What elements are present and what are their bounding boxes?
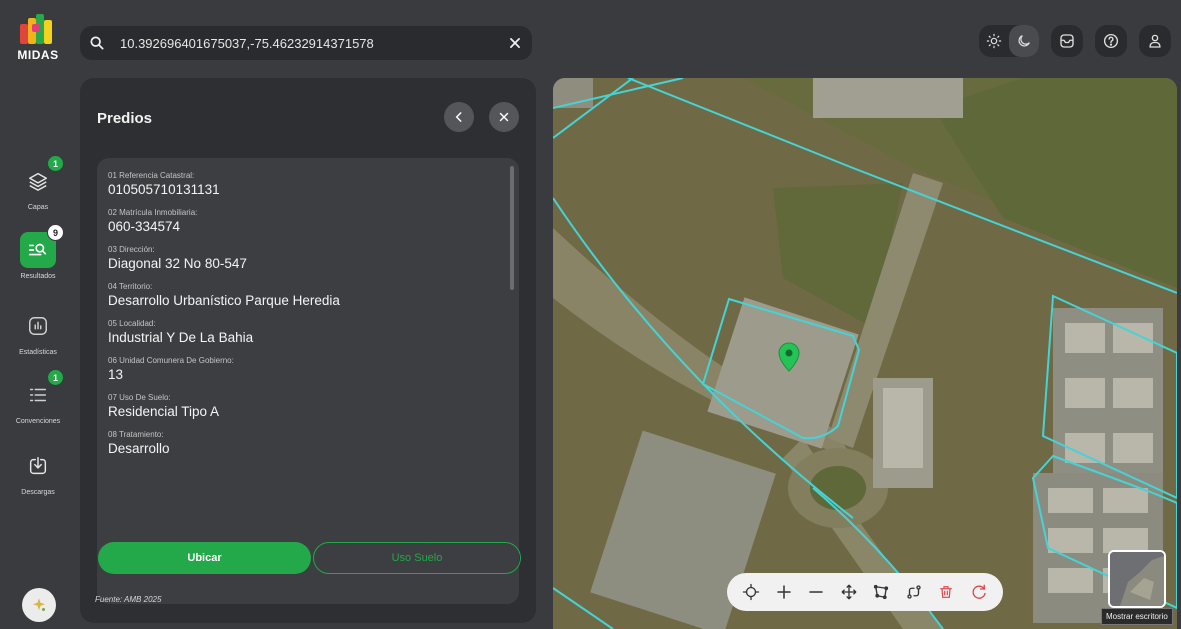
uso-suelo-button[interactable]: Uso Suelo [313, 542, 521, 574]
reset-icon[interactable] [966, 579, 992, 605]
midas-logo-mark [18, 14, 58, 46]
field-value: 13 [108, 367, 124, 382]
predios-panel: Predios 01 Referencia Catastral: 0105057… [80, 78, 536, 623]
predio-fields: 01 Referencia Catastral: 010505710131131… [108, 170, 498, 602]
capas-badge: 1 [47, 155, 64, 172]
field-value: Industrial Y De La Bahia [108, 330, 254, 345]
resultados-badge: 9 [47, 224, 64, 241]
field-label: 05 Localidad: [108, 319, 156, 328]
field-territorio: 04 Territorio: Desarrollo Urbanístico Pa… [108, 281, 498, 309]
chevron-left-icon [455, 112, 462, 122]
trash-icon[interactable] [933, 579, 959, 605]
source-note: Fuente: AMB 2025 [95, 595, 162, 604]
basemap-switcher[interactable] [1108, 550, 1166, 608]
download-icon [20, 448, 56, 484]
field-label: 07 Uso De Suelo: [108, 393, 171, 402]
field-referencia-catastral: 01 Referencia Catastral: 010505710131131 [108, 170, 498, 198]
field-value: Desarrollo Urbanístico Parque Heredia [108, 293, 340, 308]
list-icon: 1 [20, 369, 64, 413]
search-icon [80, 35, 114, 51]
polygon-icon[interactable] [868, 579, 894, 605]
rail-item-convenciones[interactable]: 1 Convenciones [0, 369, 76, 425]
field-value: 060-334574 [108, 219, 181, 234]
back-button[interactable] [444, 102, 474, 132]
rail-label-capas: Capas [27, 204, 49, 211]
logo: MIDAS [8, 14, 68, 74]
left-rail: MIDAS 1 Capas 9 Resultados Estadísticas … [0, 0, 76, 629]
field-value: 010505710131131 [108, 182, 220, 197]
field-matricula-inmobiliaria: 02 Matrícula Inmobiliaria: 060-334574 [108, 207, 498, 235]
rail-item-estadisticas[interactable]: Estadísticas [0, 308, 76, 356]
zoom-out-icon[interactable] [803, 579, 829, 605]
map-toolbar [727, 573, 1003, 611]
pan-icon[interactable] [836, 579, 862, 605]
field-label: 08 Tratamiento: [108, 430, 164, 439]
rail-label-convenciones: Convenciones [15, 418, 61, 425]
rail-item-resultados[interactable]: 9 Resultados [0, 224, 76, 280]
help-icon[interactable] [1095, 25, 1127, 57]
user-widget-button[interactable] [22, 588, 56, 622]
field-label: 03 Dirección: [108, 245, 155, 254]
rail-item-capas[interactable]: 1 Capas [0, 155, 76, 211]
field-unidad-comunera: 06 Unidad Comunera De Gobierno: 13 [108, 355, 498, 383]
sparkle-icon [33, 598, 45, 611]
ubicar-button[interactable]: Ubicar [98, 542, 311, 574]
field-label: 02 Matrícula Inmobiliaria: [108, 208, 198, 217]
convenciones-badge: 1 [47, 369, 64, 386]
mostrar-escritorio-tooltip: Mostrar escritorio [1101, 608, 1173, 625]
field-direccion: 03 Dirección: Diagonal 32 No 80-547 [108, 244, 498, 272]
field-label: 01 Referencia Catastral: [108, 171, 195, 180]
moon-icon[interactable] [1009, 25, 1039, 57]
card-scrollbar[interactable] [510, 166, 514, 290]
zoom-in-icon[interactable] [771, 579, 797, 605]
close-icon [499, 112, 509, 122]
satellite-imagery [553, 78, 1177, 629]
search-input[interactable] [114, 35, 498, 51]
rail-label-resultados: Resultados [20, 273, 56, 280]
basemap-thumbnail [1110, 552, 1164, 606]
field-value: Diagonal 32 No 80-547 [108, 256, 247, 271]
panel-title: Predios [97, 110, 153, 127]
field-label: 04 Territorio: [108, 282, 153, 291]
field-value: Residencial Tipo A [108, 404, 220, 419]
map-view[interactable]: Mostrar escritorio [553, 78, 1177, 629]
layers-icon: 1 [20, 155, 64, 199]
clear-search-icon[interactable] [498, 36, 532, 50]
theme-toggle[interactable] [979, 25, 1039, 57]
target-icon[interactable] [738, 579, 764, 605]
user-icon[interactable] [1139, 25, 1171, 57]
rail-item-descargas[interactable]: Descargas [0, 448, 76, 496]
field-value: Desarrollo [108, 441, 170, 456]
field-tratamiento: 08 Tratamiento: Desarrollo [108, 429, 498, 457]
field-localidad: 05 Localidad: Industrial Y De La Bahia [108, 318, 498, 346]
sun-icon[interactable] [979, 25, 1009, 57]
search-list-icon: 9 [20, 224, 64, 268]
inbox-icon[interactable] [1051, 25, 1083, 57]
search-bar [80, 26, 532, 60]
bar-chart-icon [20, 308, 56, 344]
route-icon[interactable] [901, 579, 927, 605]
field-label: 06 Unidad Comunera De Gobierno: [108, 356, 234, 365]
close-panel-button[interactable] [489, 102, 519, 132]
field-uso-de-suelo: 07 Uso De Suelo: Residencial Tipo A [108, 392, 498, 420]
top-right-controls [979, 25, 1171, 57]
predio-details-card[interactable]: 01 Referencia Catastral: 010505710131131… [97, 158, 519, 604]
rail-label-estadisticas: Estadísticas [19, 349, 57, 356]
logo-text: MIDAS [17, 48, 59, 62]
rail-label-descargas: Descargas [21, 489, 55, 496]
